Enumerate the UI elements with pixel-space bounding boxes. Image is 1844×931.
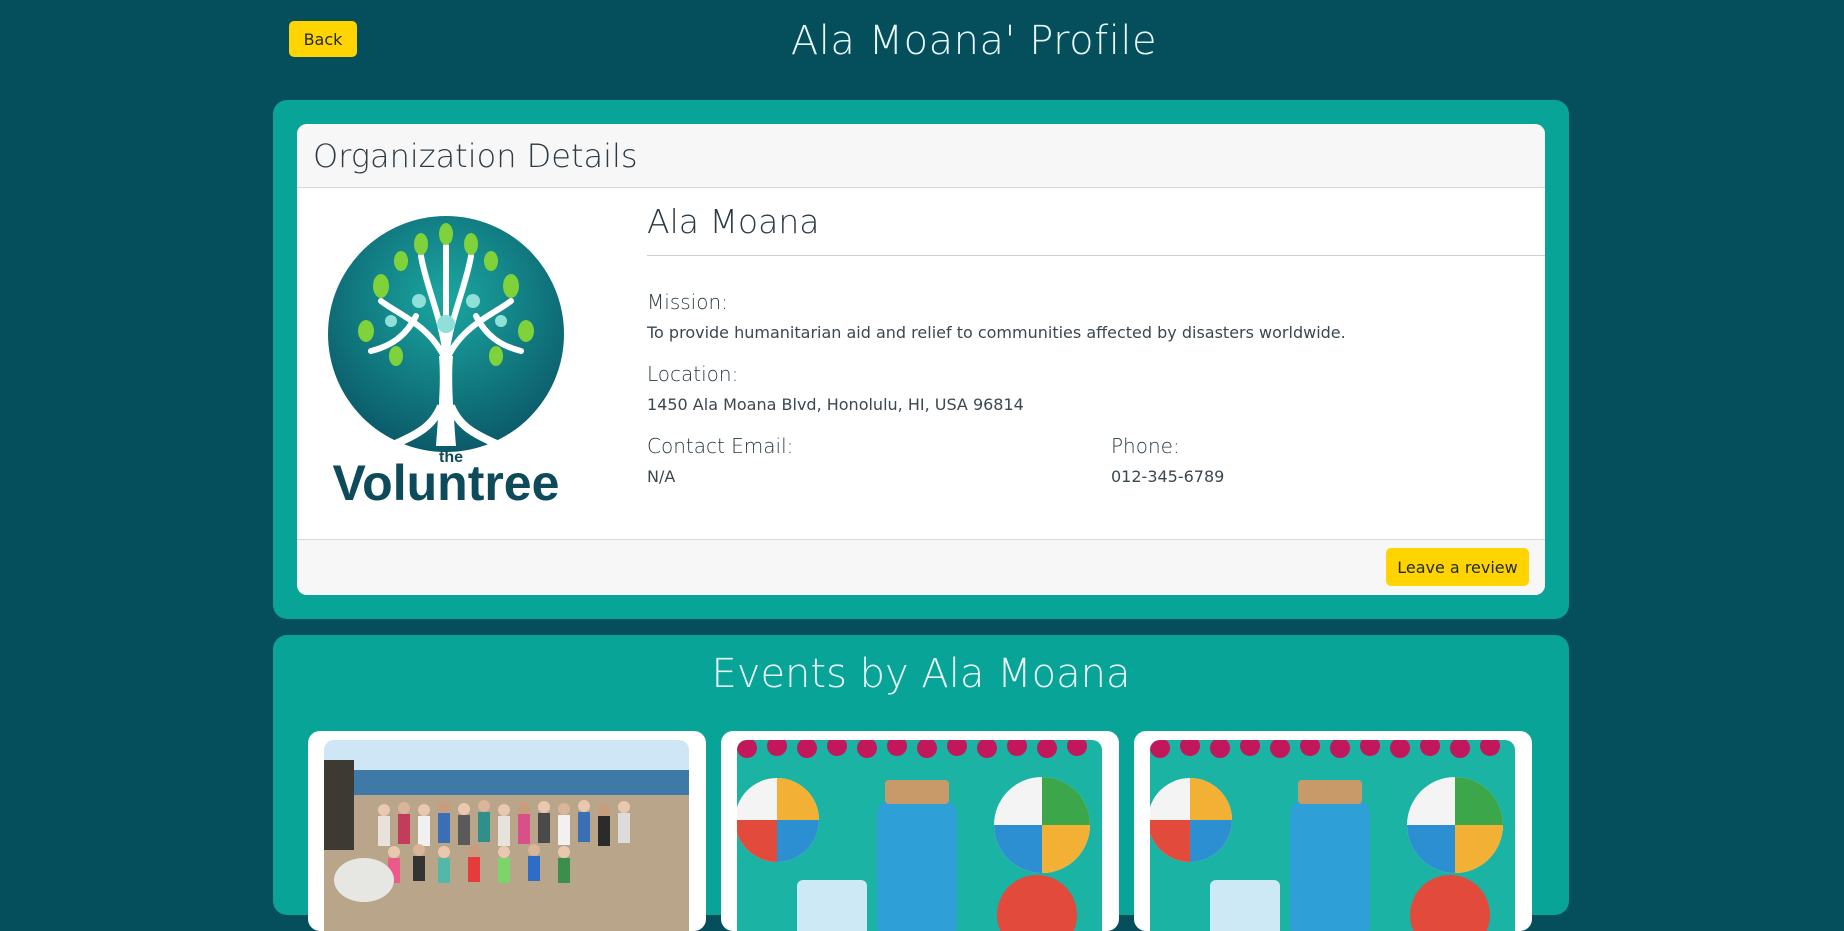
card-title: Organization Details: [313, 136, 638, 175]
card-header: Organization Details: [297, 124, 1545, 188]
phone-field: Phone: 012-345-6789: [1111, 434, 1224, 486]
events-title: Events by Ala Moana: [711, 651, 1131, 697]
leave-review-button[interactable]: Leave a review: [1386, 548, 1529, 586]
card-footer: Leave a review: [297, 539, 1545, 595]
organization-name: Ala Moana: [647, 202, 1545, 256]
event-image[interactable]: [324, 740, 689, 931]
email-label: Contact Email:: [647, 434, 794, 458]
event-card[interactable]: [308, 731, 706, 931]
location-field: Location: 1450 Ala Moana Blvd, Honolulu,…: [647, 362, 1024, 414]
mission-value: To provide humanitarian aid and relief t…: [647, 323, 1346, 342]
voluntree-logo: the Voluntree: [321, 206, 571, 511]
event-image[interactable]: [737, 740, 1102, 931]
event-card[interactable]: [721, 731, 1119, 931]
organization-panel: Organization Details the Voluntree Ala M…: [273, 100, 1569, 619]
page-title: Ala Moana' Profile: [790, 18, 1158, 64]
location-label: Location:: [647, 362, 739, 386]
location-value: 1450 Ala Moana Blvd, Honolulu, HI, USA 9…: [647, 395, 1024, 414]
event-image[interactable]: [1150, 740, 1515, 931]
card-body: the Voluntree Ala Moana Mission: To prov…: [297, 188, 1545, 539]
organization-info: Ala Moana Mission: To provide humanitari…: [647, 202, 1545, 486]
events-panel: Events by Ala Moana: [273, 635, 1569, 931]
email-field: Contact Email: N/A: [647, 434, 793, 486]
logo-text: Voluntree: [333, 455, 560, 506]
phone-label: Phone:: [1111, 434, 1180, 458]
event-card[interactable]: [1134, 731, 1532, 931]
mission-label: Mission:: [647, 290, 728, 314]
mission-field: Mission: To provide humanitarian aid and…: [647, 290, 1346, 342]
phone-value: 012-345-6789: [1111, 467, 1225, 486]
email-value: N/A: [647, 467, 676, 486]
organization-details-card: Organization Details the Voluntree Ala M…: [297, 124, 1545, 595]
